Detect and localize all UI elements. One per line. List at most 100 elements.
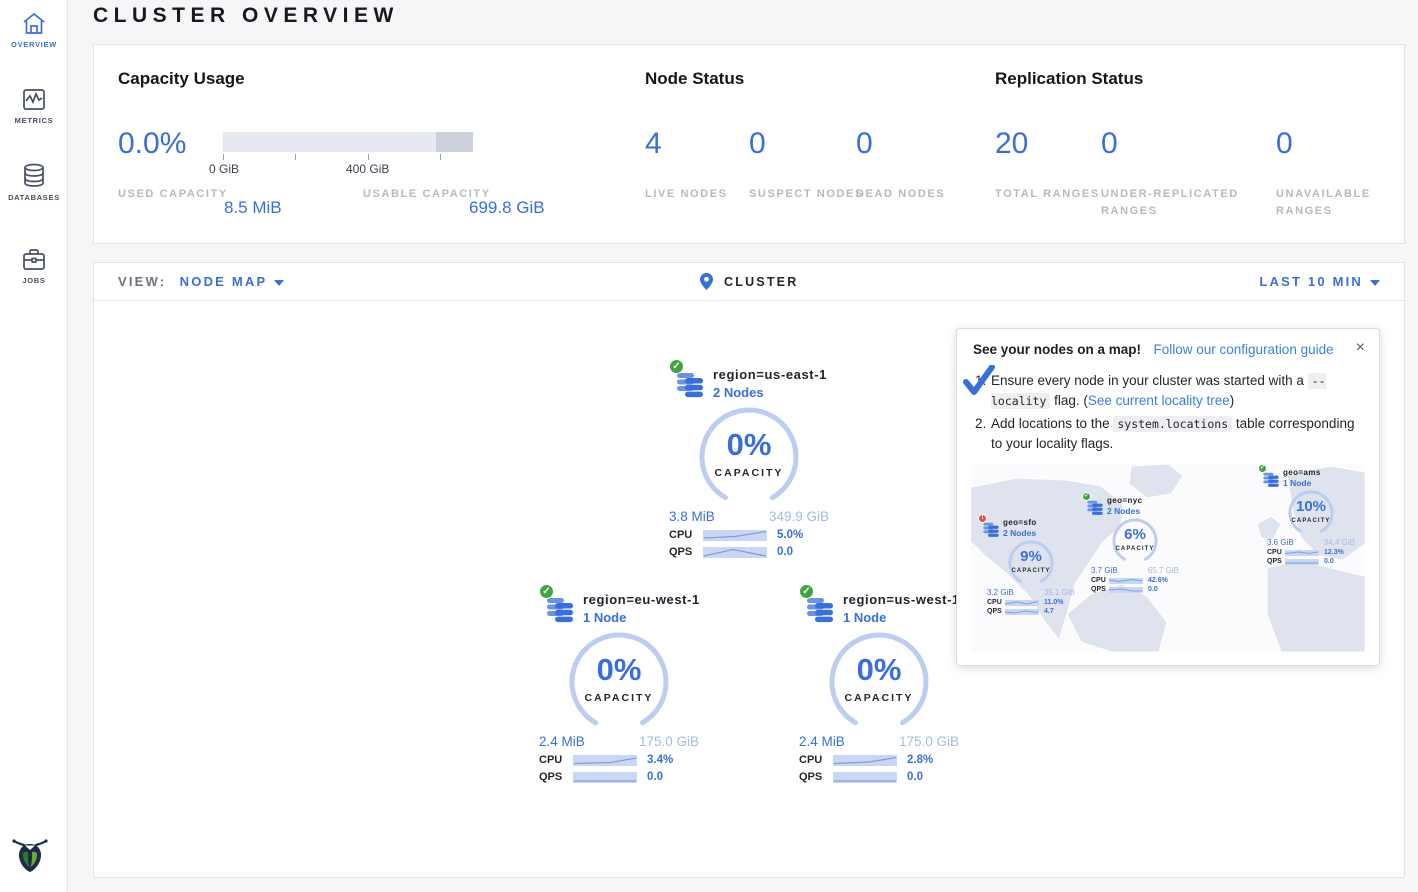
- capacity-usage-title: Capacity Usage: [118, 69, 245, 89]
- example-node-map-image: ! geo=sfo 2 Nodes 9% CAPACITY 3.2 GiB35.…: [971, 464, 1365, 652]
- node-live-status-icon: ✓: [1082, 492, 1091, 501]
- cpu-label: CPU: [799, 754, 833, 766]
- capacity-gauge: 9% CAPACITY: [1002, 539, 1060, 587]
- region-node-eu-west-1[interactable]: ✓ region=eu-west-1 1 Node 0% CAPACITY 2.…: [529, 586, 709, 783]
- node-count: 1 Node: [1283, 478, 1321, 488]
- cpu-sparkline: [703, 530, 767, 541]
- region-node-us-west-1[interactable]: ✓ region=us-west-1 1 Node 0% CAPACITY 2.…: [789, 586, 969, 783]
- example-region-geo-ams: ✓ geo=ams 1 Node 10% CAPACITY 3.6 GiB34.…: [1259, 466, 1363, 565]
- usable-capacity-value: 699.8 GiB: [469, 198, 545, 218]
- cpu-label: CPU: [539, 754, 573, 766]
- qps-label: QPS: [1267, 558, 1285, 565]
- capacity-bar: [223, 132, 473, 152]
- sidebar-item-label: METRICS: [0, 116, 68, 125]
- capacity-tick: [223, 154, 224, 160]
- qps-value: 0.0: [1324, 558, 1334, 565]
- cpu-value: 5.0%: [777, 529, 803, 541]
- time-range-selector[interactable]: LAST 10 MIN: [1259, 274, 1380, 289]
- qps-value: 0.0: [777, 546, 793, 558]
- system-locations-code: system.locations: [1113, 416, 1232, 432]
- sidebar-item-databases[interactable]: DATABASES: [0, 163, 68, 202]
- capacity-percent: 9%: [1002, 548, 1060, 565]
- qps-label: QPS: [539, 771, 573, 783]
- node-count: 2 Nodes: [1107, 506, 1142, 516]
- node-region-icon: ✓: [673, 365, 713, 403]
- node-live-status-icon: ✓: [669, 359, 684, 374]
- sidebar-item-jobs[interactable]: JOBS: [0, 248, 68, 285]
- configuration-guide-link[interactable]: Follow our configuration guide: [1154, 342, 1334, 357]
- capacity-percent: 0%: [559, 652, 679, 688]
- capacity-tick-label: 0 GiB: [209, 162, 239, 176]
- region-name: geo=sfo: [1003, 518, 1037, 527]
- cpu-value: 11.0%: [1044, 599, 1063, 606]
- capacity-gauge-label: CAPACITY: [689, 467, 809, 479]
- capacity-tick: [440, 154, 441, 160]
- qps-sparkline: [1005, 609, 1039, 615]
- capacity-gauge: 0% CAPACITY: [819, 630, 939, 730]
- cpu-value: 3.4%: [647, 754, 673, 766]
- qps-label: QPS: [669, 546, 703, 558]
- node-count: 2 Nodes: [1003, 528, 1037, 538]
- node-live-status-icon: ✓: [1258, 464, 1267, 473]
- close-icon[interactable]: ×: [1356, 339, 1365, 357]
- suspect-nodes-count: 0: [749, 127, 766, 161]
- replication-status-title: Replication Status: [995, 69, 1143, 89]
- capacity-tick: [368, 154, 369, 160]
- briefcase-icon: [0, 248, 68, 271]
- total-ranges-count: 20: [995, 127, 1028, 161]
- qps-sparkline: [1109, 587, 1143, 593]
- example-region-geo-nyc: ✓ geo=nyc 2 Nodes 6% CAPACITY 3.7 GiB65.…: [1083, 494, 1187, 593]
- used-capacity: 3.6 GiB: [1267, 538, 1294, 547]
- unavailable-ranges-count: 0: [1276, 127, 1293, 161]
- dead-nodes-label: DEAD NODES: [856, 186, 986, 203]
- locality-breadcrumb[interactable]: CLUSTER: [724, 275, 798, 289]
- page-title: CLUSTER OVERVIEW: [93, 4, 399, 28]
- capacity-tick: [295, 154, 296, 160]
- qps-value: 4.7: [1044, 608, 1054, 615]
- locality-tree-link[interactable]: See current locality tree: [1088, 393, 1230, 408]
- capacity-gauge-label: CAPACITY: [1106, 546, 1164, 552]
- under-replicated-ranges-label: UNDER-REPLICATED RANGES: [1101, 186, 1271, 220]
- dead-nodes-count: 0: [856, 127, 873, 161]
- sidebar: OVERVIEW METRICS DATABASES JOBS: [0, 0, 68, 892]
- node-region-icon: !: [981, 518, 1003, 538]
- capacity-gauge: 6% CAPACITY: [1106, 517, 1164, 565]
- cpu-sparkline: [1109, 578, 1143, 584]
- qps-value: 0.0: [1148, 586, 1158, 593]
- qps-sparkline: [703, 547, 767, 558]
- capacity-tick-label: 400 GiB: [346, 162, 389, 176]
- used-capacity: 2.4 MiB: [799, 734, 845, 749]
- node-region-icon: ✓: [1085, 496, 1107, 516]
- region-name: region=eu-west-1: [583, 592, 700, 607]
- cluster-overview-page: OVERVIEW METRICS DATABASES JOBS: [0, 0, 1418, 892]
- cpu-sparkline: [833, 755, 897, 766]
- chevron-down-icon: [1370, 280, 1380, 286]
- node-region-icon: ✓: [1261, 468, 1283, 488]
- capacity-gauge-label: CAPACITY: [559, 692, 679, 704]
- node-region-icon: ✓: [803, 590, 843, 628]
- total-capacity: 349.9 GiB: [769, 509, 829, 524]
- map-pin-icon: [700, 273, 713, 290]
- example-region-geo-sfo: ! geo=sfo 2 Nodes 9% CAPACITY 3.2 GiB35.…: [979, 516, 1083, 615]
- cpu-sparkline: [1285, 550, 1319, 556]
- metrics-icon: [0, 88, 68, 111]
- node-count-link[interactable]: 1 Node: [843, 610, 960, 625]
- node-map-panel: VIEW: NODE MAP CLUSTER LAST 10 MIN ✓: [93, 262, 1405, 878]
- sidebar-item-overview[interactable]: OVERVIEW: [0, 12, 68, 49]
- region-name: region=us-west-1: [843, 592, 960, 607]
- sidebar-item-metrics[interactable]: METRICS: [0, 88, 68, 125]
- qps-label: QPS: [987, 608, 1005, 615]
- qps-sparkline: [1285, 559, 1319, 565]
- qps-label: QPS: [799, 771, 833, 783]
- capacity-gauge: 0% CAPACITY: [689, 405, 809, 505]
- popup-title: See your nodes on a map!: [973, 342, 1141, 357]
- node-count-link[interactable]: 1 Node: [583, 610, 700, 625]
- node-count-link[interactable]: 2 Nodes: [713, 385, 827, 400]
- capacity-used-percent: 0.0%: [118, 127, 186, 161]
- cpu-sparkline: [573, 755, 637, 766]
- region-node-us-east-1[interactable]: ✓ region=us-east-1 2 Nodes 0% CAPACITY 3…: [659, 361, 839, 558]
- capacity-percent: 0%: [689, 427, 809, 463]
- cpu-sparkline: [1005, 600, 1039, 606]
- total-capacity: 175.0 GiB: [639, 734, 699, 749]
- cpu-value: 2.8%: [907, 754, 933, 766]
